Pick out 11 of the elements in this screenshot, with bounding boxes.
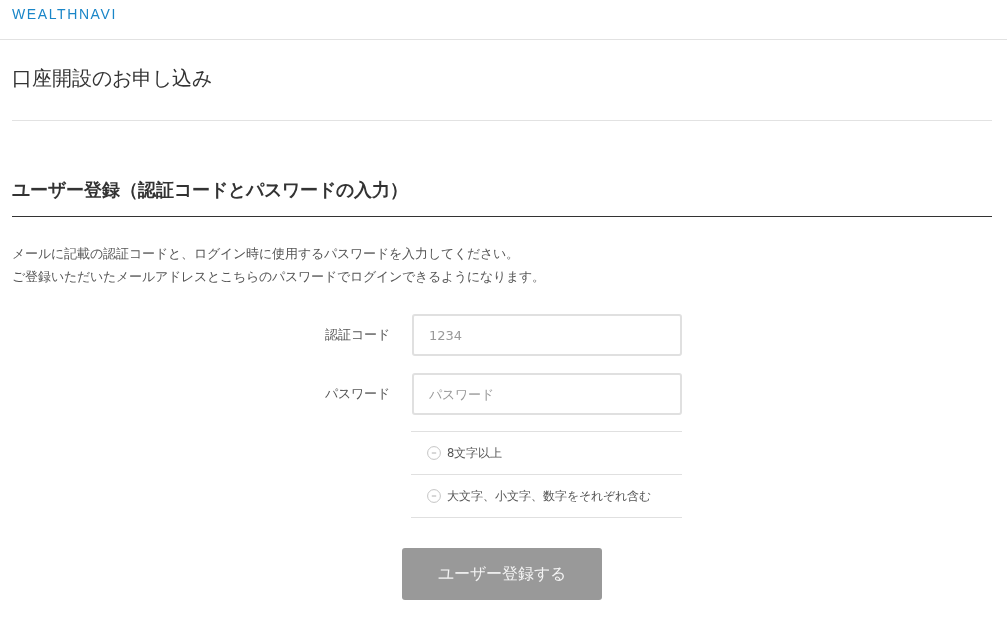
description-text: メールに記載の認証コードと、ログイン時に使用するパスワードを入力してください。 (12, 245, 520, 263)
section-heading: ユーザー登録（認証コードとパスワードの入力） (12, 177, 992, 217)
input-field[interactable]: 1234 (412, 314, 682, 356)
logo[interactable]: WEALTHNAVI (12, 6, 117, 21)
requirement-text: 大文字、小文字、数字をそれぞれ含む (447, 488, 651, 504)
field-label: パスワード (324, 385, 390, 403)
description-text: ご登録いただいたメールアドレスとこちらのパスワードでログインできるようになります。 (12, 268, 546, 286)
field-label: 認証コード (324, 326, 390, 344)
page-title: 口座開設のお申し込み (12, 65, 213, 92)
requirement-text: 8文字以上 (447, 445, 503, 461)
input-field[interactable]: パスワード (412, 373, 682, 415)
